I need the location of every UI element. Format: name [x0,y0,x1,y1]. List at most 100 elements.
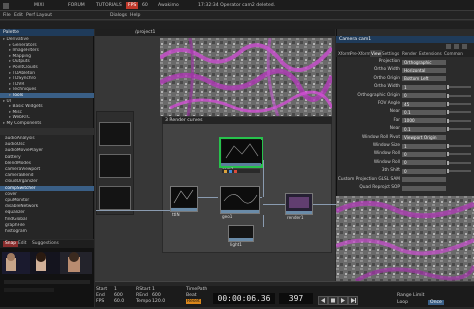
parameter-slider[interactable] [447,102,471,106]
tab-suggestions[interactable]: Suggestions [32,241,59,247]
network-path[interactable]: /project1 [135,29,155,36]
component-item[interactable]: disableNetwork [0,204,94,209]
side-node-2[interactable] [99,154,131,178]
palette-item[interactable]: ▸ ImageFilters [0,48,94,53]
palette-item[interactable]: ▸ Tools [0,93,94,99]
parameter-slider[interactable] [447,118,471,123]
parameter-value-field[interactable]: 1 [402,84,446,90]
tempo-value[interactable]: 120.0 [152,299,165,304]
parameter-slider[interactable] [447,110,471,115]
menu-dialogs[interactable]: Dialogs [110,12,127,19]
component-item[interactable]: battery [0,155,94,160]
rewind-icon[interactable] [318,296,328,305]
tab-render[interactable]: Render [402,50,417,57]
tab-xform[interactable]: Xform [338,50,351,57]
component-item[interactable]: compSwitcher [0,185,94,191]
menu-help[interactable]: Help [130,12,140,19]
palette-item[interactable]: ▸ TDSynchro [0,76,94,81]
component-item[interactable]: audioOsc [0,142,94,147]
range-once-option[interactable]: Once [428,300,444,305]
component-item[interactable]: cameraViewport [0,167,94,172]
palette-item[interactable]: ▸ Misc [0,110,94,115]
start-value[interactable]: 1 [114,287,117,292]
parameter-value-field[interactable]: 45 [402,101,446,107]
parameter-value-field[interactable] [402,185,446,191]
parameter-value-field[interactable]: 0.1 [402,126,446,132]
rend-value[interactable]: 600 [152,293,161,298]
frame-display[interactable]: 397 [279,293,313,304]
tab-settings[interactable]: Settings [382,50,399,57]
parameter-slider[interactable] [447,152,471,157]
parameter-slider[interactable] [447,127,471,132]
node-flag-icon[interactable] [234,169,237,173]
node-geo1[interactable]: geo1 [220,186,260,219]
rstart-value[interactable]: 1 [152,287,155,292]
parameter-slider[interactable] [447,160,471,165]
range-loop-option[interactable]: Loop [397,300,408,305]
palette-item[interactable]: ▸ Outputs [0,59,94,64]
parameter-value-field[interactable]: 1000 [402,118,446,124]
timeline-ruler[interactable] [95,282,474,286]
parameter-slider[interactable] [447,144,471,148]
palette-item[interactable]: ▸ WebRTC [0,115,94,120]
parameter-value-field[interactable]: Bottom Left [402,76,446,82]
component-item[interactable]: graphFile [0,223,94,228]
stop-icon[interactable] [328,296,338,305]
node-flag-icon[interactable] [229,169,232,173]
parameter-slider[interactable] [447,169,471,174]
component-item[interactable]: cpuMonitor [0,198,94,203]
node-flag-icon[interactable] [224,169,227,173]
parameter-slider[interactable] [447,93,471,98]
node-light1[interactable]: light1 [228,225,254,247]
parameter-value-field[interactable]: Horizontal [402,67,446,73]
parameter-value-field[interactable]: 0 [402,168,446,174]
play-icon[interactable] [338,296,348,305]
palette-item[interactable]: ▸ TDVR [0,82,94,87]
node-cam1[interactable]: cam1 [219,137,263,172]
settings-icon[interactable] [454,44,459,49]
palette-item[interactable]: ▸ Derivative [0,37,94,42]
palette-item[interactable]: ▸ Basic Widgets [0,104,94,109]
texture-viewer[interactable] [160,38,332,116]
parameter-value-field[interactable]: Viewport Origin [402,135,446,141]
node-ttln[interactable]: ttlN [170,186,198,217]
palette-item[interactable]: ▸ TDAbleton [0,71,94,76]
parameter-slider[interactable] [447,85,471,90]
parameter-value-field[interactable]: Orthographic [402,59,446,65]
parameter-value-field[interactable]: 0 [402,160,446,166]
palette-item[interactable]: ▸ Techniques [0,87,94,92]
parameter-value-field[interactable]: 1 [402,143,446,149]
component-item[interactable]: cameraBlend [0,173,94,178]
menu-edit[interactable]: Edit [14,12,23,19]
tab-view[interactable]: View [370,50,382,57]
component-item[interactable]: blendModes [0,161,94,166]
reset-button[interactable]: Reset [186,299,201,304]
tab-edit[interactable]: Edit [18,241,27,247]
palette-item[interactable]: ▸ UI [0,99,94,104]
component-item[interactable]: audioMoviePlayer [0,148,94,153]
parameter-value-field[interactable] [402,177,446,183]
menu-perf-layout[interactable]: Perf Layout [26,12,52,19]
component-item[interactable]: equalizer [0,210,94,215]
topbar-link-mixi[interactable]: MIXI [34,2,44,9]
fps-timeline-value[interactable]: 60.0 [114,299,124,304]
component-item[interactable]: histogram [0,229,94,234]
help-icon[interactable] [446,44,451,49]
palette-item[interactable]: ▸ Mapping [0,54,94,59]
tab-snap[interactable]: Snap [3,241,19,247]
palette-item[interactable]: ▸ My Components [0,121,94,126]
topbar-link-tutorials[interactable]: TUTORIALS [96,2,122,9]
forward-icon[interactable] [348,296,358,305]
tab-extensions[interactable]: Extensions [419,50,442,57]
component-item[interactable]: audioAnalysis [0,136,94,141]
parameter-value-field[interactable]: 0 [402,151,446,157]
info-icon[interactable] [462,44,467,49]
component-item[interactable]: cover [0,192,94,197]
palette-item[interactable]: ▸ PointClouds [0,65,94,70]
tab-pre-xform[interactable]: Pre-Xform [350,50,371,57]
side-node-3[interactable] [99,186,131,210]
end-value[interactable]: 600 [114,293,123,298]
tab-common[interactable]: Common [444,50,463,57]
topbar-link-forum[interactable]: FORUM [68,2,85,9]
parameter-value-field[interactable]: 0.1 [402,109,446,115]
